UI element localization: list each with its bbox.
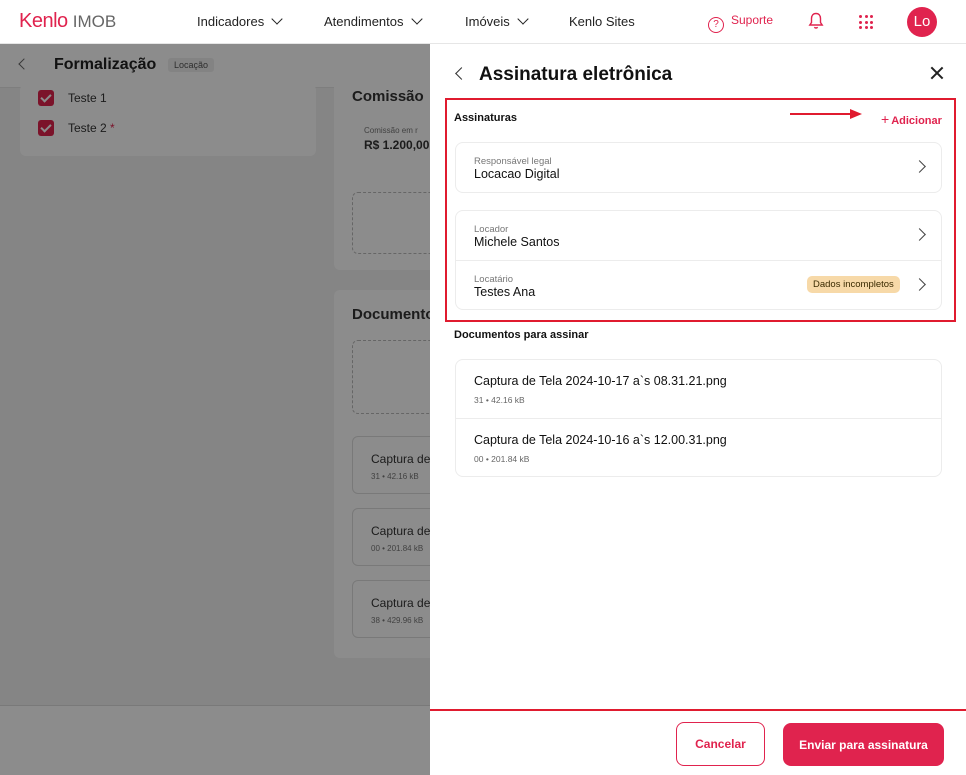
chevron-right-icon [913, 278, 926, 291]
chevron-down-icon [410, 13, 423, 25]
help-circle-icon: ? [708, 17, 724, 33]
document-meta: 31 • 42.16 kB [474, 395, 525, 405]
chevron-right-icon [913, 160, 926, 173]
add-signer-button[interactable]: + Adicionar [881, 111, 942, 127]
signer-row[interactable]: Responsável legal Locacao Digital [456, 143, 941, 192]
support-link[interactable]: ? Suporte [708, 13, 773, 33]
signer-role: Locador [474, 224, 509, 235]
nav-indicadores[interactable]: Indicadores [197, 13, 283, 29]
status-badge: Dados incompletos [807, 276, 900, 293]
plus-icon: + [881, 111, 890, 127]
nav-indicadores-label: Indicadores [197, 14, 265, 29]
apps-grid-icon[interactable] [859, 15, 873, 29]
nav-atendimentos[interactable]: Atendimentos [324, 13, 423, 29]
documents-list: Captura de Tela 2024-10-17 a`s 08.31.21.… [455, 359, 942, 477]
chevron-down-icon [271, 13, 283, 25]
logo-brand: Kenlo [19, 10, 68, 32]
signer-role: Responsável legal [474, 156, 552, 167]
signer-role: Locatário [474, 274, 514, 285]
top-navbar: Kenlo IMOB Indicadores Atendimentos Imóv… [0, 0, 966, 44]
documents-label: Documentos para assinar [454, 329, 589, 341]
signer-row[interactable]: Locatário Testes Ana Dados incompletos [456, 260, 941, 309]
add-signer-label: Adicionar [891, 115, 942, 127]
signature-drawer: Assinatura eletrônica Assinaturas + Adici… [430, 44, 966, 775]
logo-product: IMOB [72, 12, 117, 31]
back-arrow-icon[interactable] [455, 67, 468, 80]
annotation-arrow [790, 113, 852, 115]
document-name: Captura de Tela 2024-10-16 a`s 12.00.31.… [474, 433, 727, 447]
nav-imoveis-label: Imóveis [465, 14, 510, 29]
chevron-right-icon [913, 228, 926, 241]
drawer-title: Assinatura eletrônica [479, 64, 673, 85]
signatures-label: Assinaturas [454, 112, 517, 124]
nav-kenlo-sites[interactable]: Kenlo Sites [569, 14, 635, 29]
annotation-arrow-head [850, 109, 862, 119]
cancel-button[interactable]: Cancelar [676, 722, 765, 766]
signer-row[interactable]: Locador Michele Santos [456, 211, 941, 260]
document-meta: 00 • 201.84 kB [474, 454, 530, 464]
document-item[interactable]: Captura de Tela 2024-10-17 a`s 08.31.21.… [456, 360, 941, 418]
nav-atendimentos-label: Atendimentos [324, 14, 404, 29]
send-for-signature-button[interactable]: Enviar para assinatura [783, 723, 944, 766]
nav-kenlo-sites-label: Kenlo Sites [569, 14, 635, 29]
kenlo-logo[interactable]: Kenlo IMOB [19, 10, 116, 33]
signer-card-parties: Locador Michele Santos Locatário Testes … [455, 210, 942, 310]
signer-name: Michele Santos [474, 235, 560, 249]
document-name: Captura de Tela 2024-10-17 a`s 08.31.21.… [474, 374, 727, 388]
support-label: Suporte [731, 13, 774, 27]
chevron-down-icon [517, 13, 529, 25]
signer-name: Testes Ana [474, 285, 536, 299]
annotation-footer-line [430, 709, 966, 711]
bell-icon[interactable] [808, 12, 824, 30]
close-icon[interactable] [930, 66, 944, 80]
signer-name: Locacao Digital [474, 167, 560, 181]
document-item[interactable]: Captura de Tela 2024-10-16 a`s 12.00.31.… [456, 418, 941, 476]
signer-card-legal: Responsável legal Locacao Digital [455, 142, 942, 193]
nav-imoveis[interactable]: Imóveis [465, 13, 529, 29]
avatar[interactable]: Lo [907, 7, 937, 37]
